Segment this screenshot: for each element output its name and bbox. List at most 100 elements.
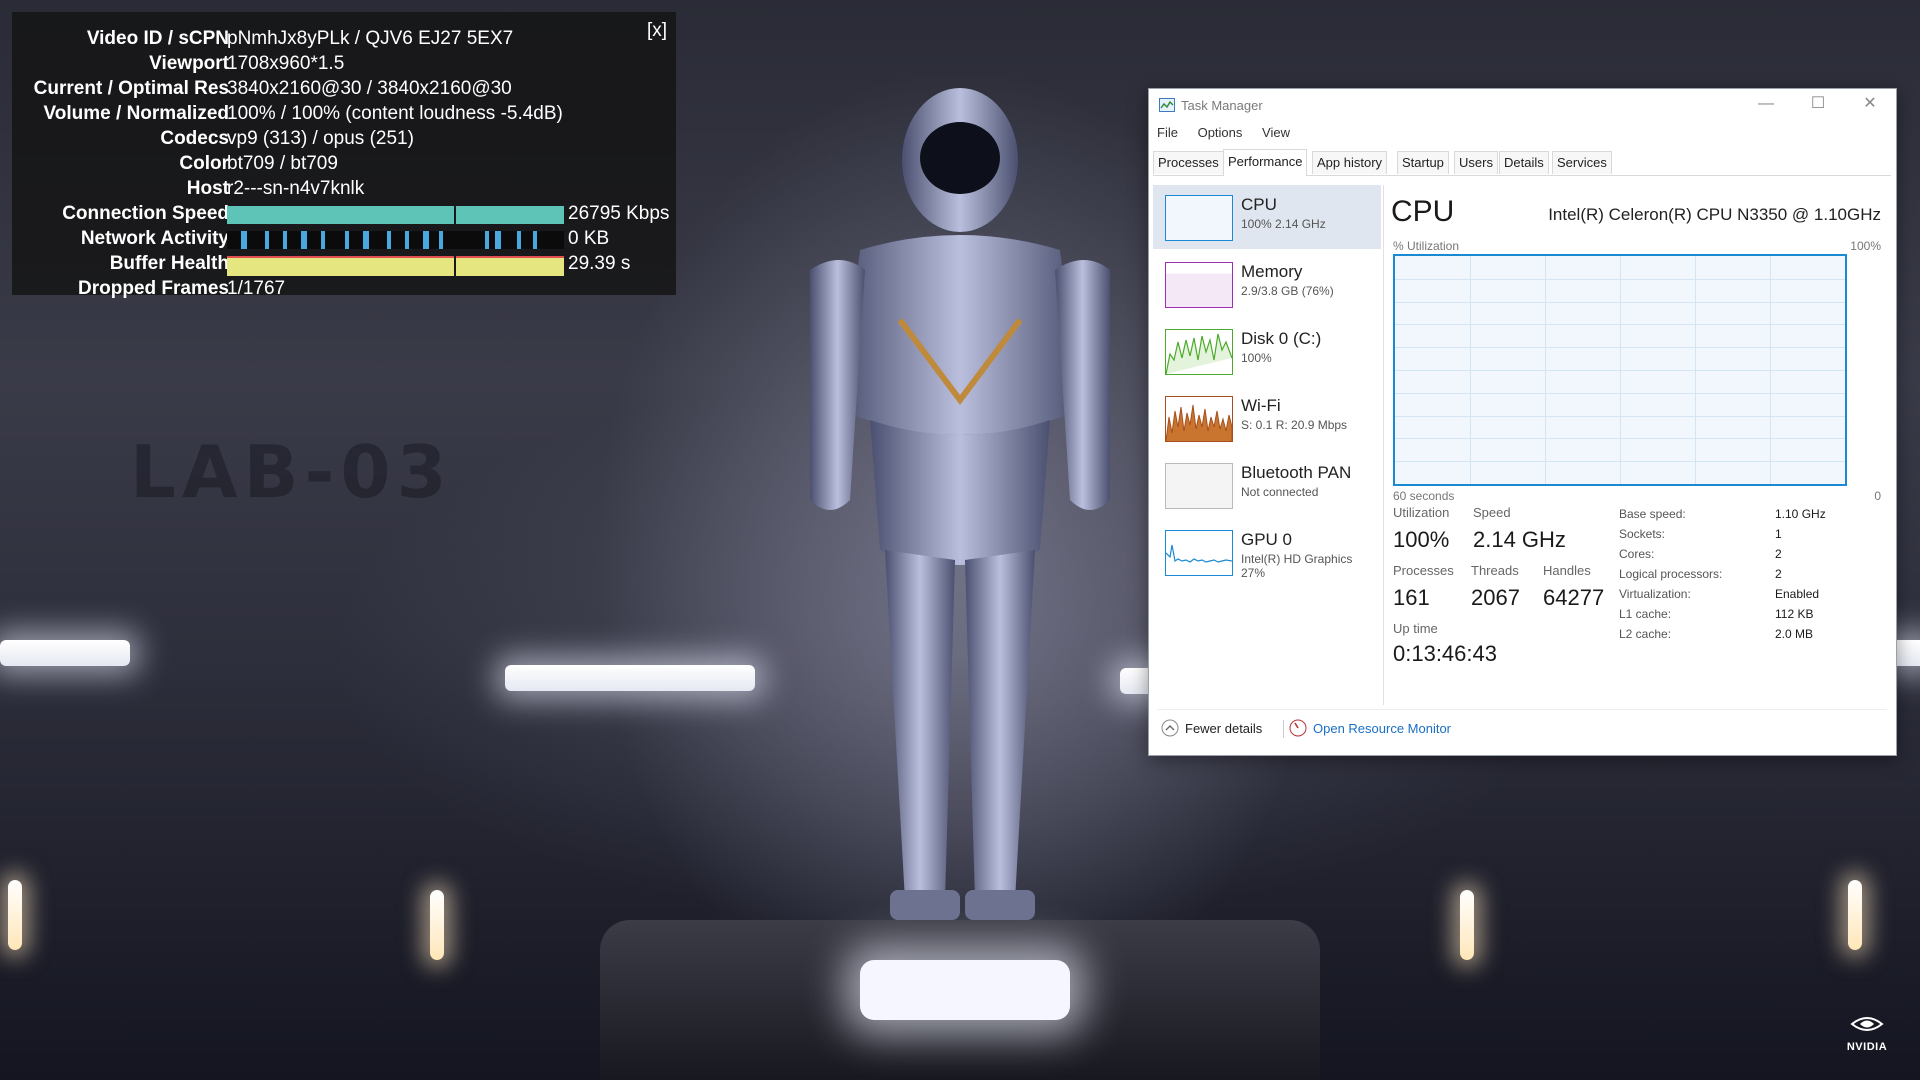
tab-services[interactable]: Services: [1552, 151, 1612, 174]
stats-value: r2---sn-n4v7knlk: [227, 178, 365, 199]
network-activity-tick: [439, 231, 443, 249]
stats-value: 29.39 s: [568, 253, 631, 274]
spec-label: Virtualization:: [1619, 587, 1691, 601]
sidebar-item-detail: 100%: [1241, 351, 1272, 365]
floor-lamp: [1848, 880, 1862, 950]
sidebar-item-disk[interactable]: Disk 0 (C:) 100%: [1153, 319, 1381, 383]
spec-label: L2 cache:: [1619, 627, 1672, 641]
stats-value: pNmhJx8yPLk / QJV6 EJ27 5EX7: [227, 28, 514, 49]
resource-monitor-icon[interactable]: [1289, 719, 1307, 737]
stats-value: 100% / 100% (content loudness -5.4dB): [227, 103, 563, 124]
tab-users[interactable]: Users: [1454, 151, 1498, 174]
network-activity-tick: [423, 231, 429, 249]
sidebar-item-bluetooth[interactable]: Bluetooth PAN Not connected: [1153, 453, 1381, 517]
graph-gridline: [1395, 324, 1845, 326]
stats-value: 3840x2160@30 / 3840x2160@30: [227, 78, 512, 99]
stats-key: Video ID / sCPN: [86, 28, 229, 49]
sidebar-item-wifi[interactable]: Wi-Fi S: 0.1 R: 20.9 Mbps: [1153, 386, 1381, 450]
performance-sidebar: CPU 100% 2.14 GHz Memory 2.9/3.8 GB (76%…: [1153, 185, 1384, 705]
graph-time-end: 0: [1874, 489, 1881, 503]
sidebar-item-detail: 100% 2.14 GHz: [1241, 217, 1326, 231]
tab-performance[interactable]: Performance: [1223, 149, 1308, 176]
sidebar-item-detail: S: 0.1 R: 20.9 Mbps: [1241, 418, 1348, 432]
graph-segment: [227, 256, 454, 276]
sidebar-item-cpu[interactable]: CPU 100% 2.14 GHz: [1153, 185, 1381, 249]
footer-bar: Fewer details Open Resource Monitor: [1157, 709, 1887, 744]
task-manager-window[interactable]: Task Manager — ☐ ✕ File Options View Pro…: [1148, 88, 1897, 756]
threads-value: 2067: [1471, 585, 1520, 610]
cpu-detail-pane: CPU Intel(R) Celeron(R) CPU N3350 @ 1.10…: [1391, 185, 1887, 705]
stats-value: 26795 Kbps: [568, 203, 670, 224]
menu-file[interactable]: File: [1157, 125, 1178, 140]
network-activity-tick: [533, 231, 537, 249]
floor-lamp: [430, 890, 444, 960]
graph-label: % Utilization: [1393, 239, 1460, 253]
spec-label: Cores:: [1619, 547, 1655, 561]
processes-label: Processes: [1393, 563, 1454, 578]
stats-key: Current / Optimal Res: [33, 78, 229, 99]
maximize-button[interactable]: ☐: [1792, 89, 1844, 121]
menu-view[interactable]: View: [1262, 125, 1290, 140]
sidebar-item-label: Bluetooth PAN: [1241, 463, 1352, 482]
tab-details[interactable]: Details: [1499, 151, 1549, 174]
disk-thumbnail-graph: [1165, 329, 1233, 375]
sidebar-item-detail: Intel(R) HD Graphics: [1241, 552, 1353, 566]
close-button[interactable]: ✕: [1844, 89, 1896, 121]
connection-speed-graph: [227, 206, 564, 224]
graph-gridline: [1395, 370, 1845, 371]
floor-lamp: [1460, 890, 1474, 960]
open-resource-monitor-link[interactable]: Open Resource Monitor: [1313, 721, 1451, 736]
sidebar-item-gpu[interactable]: GPU 0 Intel(R) HD Graphics 27%: [1153, 520, 1381, 584]
sidebar-item-label: Memory: [1241, 262, 1303, 281]
graph-gridline: [1395, 347, 1845, 349]
network-activity-tick: [241, 231, 247, 249]
menu-bar: File Options View: [1157, 125, 1306, 145]
network-activity-tick: [517, 231, 521, 249]
tab-processes[interactable]: Processes: [1153, 151, 1224, 174]
spec-label: Sockets:: [1619, 527, 1666, 541]
stats-value: bt709 / bt709: [227, 153, 338, 174]
chevron-up-icon[interactable]: [1161, 719, 1179, 737]
sidebar-item-memory[interactable]: Memory 2.9/3.8 GB (76%): [1153, 252, 1381, 316]
spec-value: 2.0 MB: [1775, 627, 1814, 641]
network-activity-tick: [301, 231, 307, 249]
stats-row: Host r2---sn-n4v7knlk: [12, 178, 676, 202]
spec-value: 1.10 GHz: [1775, 507, 1826, 521]
task-manager-icon: [1159, 98, 1175, 112]
sidebar-item-detail-2: 27%: [1241, 566, 1266, 580]
stats-value: 1708x960*1.5: [227, 53, 345, 74]
tab-strip: Processes Performance App history Startu…: [1153, 149, 1891, 176]
stats-row-network: Network Activity 0 KB: [12, 228, 676, 252]
sidebar-item-label: Wi-Fi: [1241, 396, 1281, 415]
network-activity-tick: [495, 231, 501, 249]
uptime-value: 0:13:46:43: [1393, 641, 1497, 666]
network-activity-tick: [363, 231, 369, 249]
title-bar[interactable]: Task Manager — ☐ ✕: [1149, 89, 1896, 121]
minimize-button[interactable]: —: [1740, 89, 1792, 121]
cpu-thumbnail-graph: [1165, 195, 1233, 241]
wall-sign: LAB-03: [130, 430, 453, 514]
sidebar-item-label: Disk 0 (C:): [1241, 329, 1322, 348]
stats-for-nerds-panel: [x] Video ID / sCPN pNmhJx8yPLk / QJV6 E…: [12, 12, 676, 299]
stats-key: Dropped Frames: [78, 278, 229, 299]
stats-value: 1/1767: [227, 278, 286, 299]
stats-row: Viewport 1708x960*1.5: [12, 53, 676, 77]
processes-value: 161: [1393, 585, 1430, 610]
stats-row: Codecs vp9 (313) / opus (251): [12, 128, 676, 152]
spec-value: Enabled: [1775, 587, 1820, 601]
ceiling-light: [505, 665, 755, 691]
sidebar-item-detail: Not connected: [1241, 485, 1319, 499]
page-title: CPU: [1391, 195, 1455, 228]
network-activity-tick: [321, 231, 325, 249]
menu-options[interactable]: Options: [1198, 125, 1243, 140]
spec-label: Base speed:: [1619, 507, 1686, 521]
network-activity-graph: [227, 231, 564, 249]
stats-row: Current / Optimal Res 3840x2160@30 / 384…: [12, 78, 676, 102]
graph-gridline: [1395, 301, 1845, 303]
tab-app-history[interactable]: App history: [1312, 151, 1388, 174]
utilization-label: Utilization: [1393, 505, 1450, 520]
stats-row-buffer: Buffer Health 29.39 s: [12, 253, 676, 277]
fewer-details-link[interactable]: Fewer details: [1185, 721, 1262, 736]
tab-startup[interactable]: Startup: [1397, 151, 1449, 174]
spec-label: Logical processors:: [1619, 567, 1723, 581]
